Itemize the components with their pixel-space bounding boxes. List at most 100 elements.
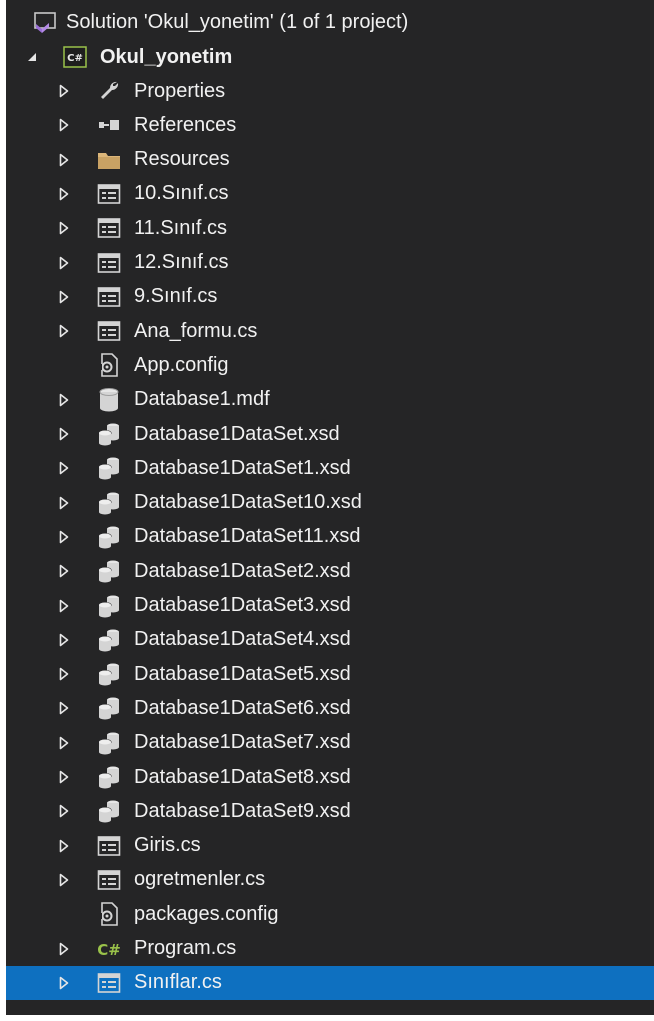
tree-item-packages-config[interactable]: packages.config: [6, 897, 654, 931]
dataset-icon: [96, 558, 122, 584]
tree-item-app-config[interactable]: App.config: [6, 348, 654, 382]
project-node[interactable]: C# Okul_yonetim: [6, 40, 654, 74]
tree-item-12-s-n-f-cs[interactable]: 12.Sınıf.cs: [6, 246, 654, 280]
expand-arrow-icon[interactable]: [58, 735, 70, 751]
database-icon: [96, 387, 122, 413]
tree-item-label: Database1DataSet1.xsd: [134, 456, 351, 479]
tree-item-ana-formu-cs[interactable]: Ana_formu.cs: [6, 314, 654, 348]
expand-arrow-icon[interactable]: [58, 872, 70, 888]
collapse-arrow-icon[interactable]: [26, 49, 38, 65]
project-label: Okul_yonetim: [100, 45, 233, 68]
tree-item-label: App.config: [134, 353, 229, 376]
tree-item-database1dataset3-xsd[interactable]: Database1DataSet3.xsd: [6, 589, 654, 623]
tree-item-label: References: [134, 113, 237, 136]
tree-item-database1dataset7-xsd[interactable]: Database1DataSet7.xsd: [6, 726, 654, 760]
expand-arrow-icon[interactable]: [58, 186, 70, 202]
tree-item-label: Database1DataSet11.xsd: [134, 525, 361, 548]
tree-item-label: packages.config: [134, 902, 279, 925]
expand-arrow-icon[interactable]: [58, 152, 70, 168]
tree-item-giris-cs[interactable]: Giris.cs: [6, 829, 654, 863]
expand-arrow-icon[interactable]: [58, 975, 70, 991]
tree-item-database1-mdf[interactable]: Database1.mdf: [6, 383, 654, 417]
tree-item-label: Database1DataSet6.xsd: [134, 696, 351, 719]
expand-arrow-icon[interactable]: [58, 289, 70, 305]
expand-arrow-icon[interactable]: [58, 666, 70, 682]
tree-item-database1dataset8-xsd[interactable]: Database1DataSet8.xsd: [6, 760, 654, 794]
form-icon: [96, 970, 122, 996]
solution-label: Solution 'Okul_yonetim' (1 of 1 project): [66, 10, 409, 33]
expand-arrow-icon[interactable]: [58, 598, 70, 614]
expand-arrow-icon[interactable]: [58, 632, 70, 648]
tree-item-s-n-flar-cs[interactable]: Sınıflar.cs: [6, 965, 654, 1000]
form-icon: [96, 318, 122, 344]
references-icon: [96, 112, 122, 138]
form-icon: [96, 215, 122, 241]
csharp-file-icon: C#: [96, 936, 122, 962]
expand-arrow-icon[interactable]: [58, 117, 70, 133]
tree-item-label: Ana_formu.cs: [134, 319, 258, 342]
expand-arrow-icon[interactable]: [58, 529, 70, 545]
tree-item-database1dataset11-xsd[interactable]: Database1DataSet11.xsd: [6, 520, 654, 554]
tree-item-9-s-n-f-cs[interactable]: 9.Sınıf.cs: [6, 280, 654, 314]
form-icon: [96, 833, 122, 859]
config-icon: [96, 352, 122, 378]
expand-arrow-icon[interactable]: [58, 323, 70, 339]
tree-item-label: 11.Sınıf.cs: [134, 216, 228, 239]
tree-item-database1dataset9-xsd[interactable]: Database1DataSet9.xsd: [6, 794, 654, 828]
tree-item-database1dataset2-xsd[interactable]: Database1DataSet2.xsd: [6, 554, 654, 588]
solution-icon: [32, 9, 58, 35]
tree-item-11-s-n-f-cs[interactable]: 11.Sınıf.cs: [6, 211, 654, 245]
tree-item-label: Database1DataSet3.xsd: [134, 594, 351, 616]
dataset-icon: [96, 764, 122, 790]
tree-item-database1dataset5-xsd[interactable]: Database1DataSet5.xsd: [6, 657, 654, 691]
tree-item-label: Giris.cs: [134, 834, 201, 857]
expand-arrow-icon[interactable]: [58, 563, 70, 579]
form-icon: [96, 867, 122, 893]
form-icon: [96, 284, 122, 310]
expand-arrow-icon[interactable]: [58, 769, 70, 785]
expand-arrow-icon[interactable]: [58, 220, 70, 236]
tree-item-label: Database1DataSet2.xsd: [134, 559, 351, 582]
expand-arrow-icon[interactable]: [58, 700, 70, 716]
tree-item-resources[interactable]: Resources: [6, 143, 654, 177]
tree-item-program-cs[interactable]: C# Program.cs: [6, 932, 654, 966]
tree-item-label: Database1DataSet.xsd: [134, 422, 340, 445]
expand-arrow-icon[interactable]: [58, 392, 70, 408]
solution-node[interactable]: Solution 'Okul_yonetim' (1 of 1 project): [6, 5, 654, 39]
expand-arrow-icon[interactable]: [58, 838, 70, 854]
expand-arrow-icon[interactable]: [58, 495, 70, 511]
folder-icon: [96, 147, 122, 173]
dataset-icon: [96, 798, 122, 824]
tree-item-database1dataset4-xsd[interactable]: Database1DataSet4.xsd: [6, 623, 654, 657]
tree-item-label: Database1DataSet7.xsd: [134, 731, 351, 754]
solution-explorer-tree: Solution 'Okul_yonetim' (1 of 1 project)…: [6, 0, 654, 1015]
tree-item-properties[interactable]: Properties: [6, 74, 654, 108]
tree-item-database1dataset-xsd[interactable]: Database1DataSet.xsd: [6, 417, 654, 451]
expand-arrow-icon[interactable]: [58, 460, 70, 476]
tree-item-label: 10.Sınıf.cs: [134, 182, 229, 205]
tree-item-label: Database1DataSet8.xsd: [134, 765, 351, 788]
tree-item-ogretmenler-cs[interactable]: ogretmenler.cs: [6, 863, 654, 897]
tree-item-database1dataset10-xsd[interactable]: Database1DataSet10.xsd: [6, 486, 654, 520]
dataset-icon: [96, 524, 122, 550]
dataset-icon: [96, 730, 122, 756]
expand-arrow-icon[interactable]: [58, 803, 70, 819]
expand-arrow-icon[interactable]: [58, 255, 70, 271]
tree-item-label: 9.Sınıf.cs: [134, 285, 218, 308]
expand-arrow-icon[interactable]: [58, 83, 70, 99]
tree-item-label: Database1DataSet4.xsd: [134, 628, 351, 651]
tree-item-label: ogretmenler.cs: [134, 868, 266, 891]
tree-item-label: Database1DataSet10.xsd: [134, 491, 362, 514]
tree-item-label: Sınıflar.cs: [134, 971, 222, 994]
tree-item-database1dataset1-xsd[interactable]: Database1DataSet1.xsd: [6, 451, 654, 485]
tree-item-references[interactable]: References: [6, 108, 654, 142]
tree-item-database1dataset6-xsd[interactable]: Database1DataSet6.xsd: [6, 691, 654, 725]
tree-item-label: Database1.mdf: [134, 388, 270, 411]
expand-arrow-icon[interactable]: [58, 941, 70, 957]
wrench-icon: [96, 78, 122, 104]
config-icon: [96, 901, 122, 927]
dataset-icon: [96, 695, 122, 721]
expand-arrow-icon[interactable]: [58, 426, 70, 442]
tree-item-10-s-n-f-cs[interactable]: 10.Sınıf.cs: [6, 177, 654, 211]
dataset-icon: [96, 593, 122, 619]
